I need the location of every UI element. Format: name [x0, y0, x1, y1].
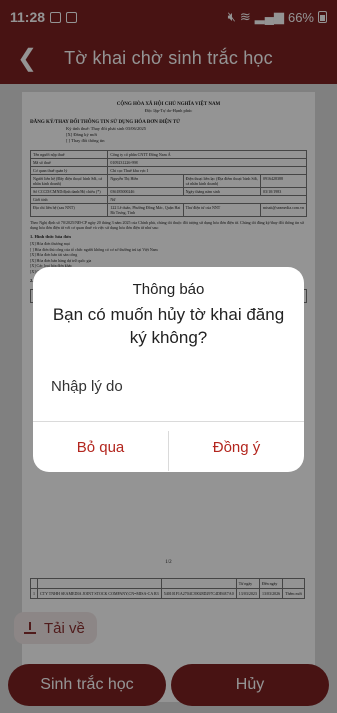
- reason-input[interactable]: [51, 372, 286, 400]
- cancel-confirm-dialog: Thông báo Bạn có muốn hủy tờ khai đăng k…: [33, 267, 304, 472]
- confirm-button[interactable]: Đồng ý: [169, 422, 304, 472]
- dialog-title: Thông báo: [132, 281, 205, 298]
- dialog-message: Bạn có muốn hủy tờ khai đăng ký không?: [52, 305, 285, 347]
- skip-button[interactable]: Bỏ qua: [33, 422, 168, 472]
